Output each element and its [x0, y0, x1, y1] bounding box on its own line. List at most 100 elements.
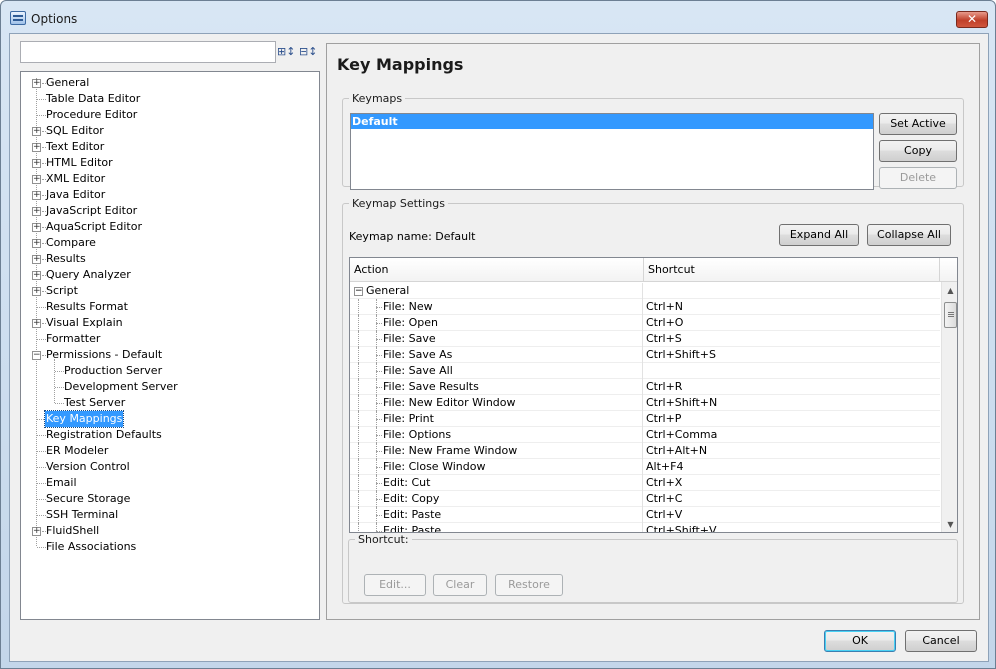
tree-item-label: Java Editor [46, 188, 106, 201]
title-bar[interactable]: Options ✕ [1, 1, 995, 35]
table-row[interactable]: File: Save As Ctrl+Shift+S [350, 347, 940, 363]
tree-item-compare[interactable]: + Compare [21, 235, 311, 251]
tree-item-sql-editor[interactable]: + SQL Editor [21, 123, 311, 139]
close-button[interactable]: ✕ [956, 11, 988, 28]
tree-item-results[interactable]: + Results [21, 251, 311, 267]
action-label: File: Close Window [383, 460, 486, 473]
expand-all-button[interactable]: Expand All [779, 224, 859, 246]
table-row[interactable]: File: Close Window Alt+F4 [350, 459, 940, 475]
table-row[interactable]: Edit: Paste Ctrl+Shift+V [350, 523, 940, 532]
ok-button[interactable]: OK [824, 630, 896, 652]
tree-item-table-data-editor[interactable]: Table Data Editor [21, 91, 311, 107]
expand-node-icon[interactable]: + [32, 159, 41, 168]
collapse-node-icon[interactable]: − [32, 351, 41, 360]
table-group-row[interactable]: − General [350, 283, 940, 299]
tree-item-java-editor[interactable]: + Java Editor [21, 187, 311, 203]
table-row[interactable]: File: Options Ctrl+Comma [350, 427, 940, 443]
table-guide-line [376, 427, 377, 443]
expand-node-icon[interactable]: + [32, 127, 41, 136]
expand-node-icon[interactable]: + [32, 175, 41, 184]
tree-item-secure-storage[interactable]: Secure Storage [21, 491, 311, 507]
table-guide-line [376, 443, 377, 459]
tree-item-fluidshell[interactable]: + FluidShell [21, 523, 311, 539]
options-tree[interactable]: + General Table Data Editor Procedure Edito… [20, 71, 320, 620]
expand-node-icon[interactable]: + [32, 191, 41, 200]
keymaps-list[interactable]: Default [350, 113, 874, 190]
tree-item-javascript-editor[interactable]: + JavaScript Editor [21, 203, 311, 219]
tree-item-query-analyzer[interactable]: + Query Analyzer [21, 267, 311, 283]
table-row[interactable]: File: New Frame Window Ctrl+Alt+N [350, 443, 940, 459]
key-mappings-table[interactable]: Action Shortcut − General File: New Ctrl+… [349, 257, 958, 533]
collapse-group-icon[interactable]: − [354, 287, 363, 296]
table-row[interactable]: File: Save All [350, 363, 940, 379]
tree-item-xml-editor[interactable]: + XML Editor [21, 171, 311, 187]
expand-node-icon[interactable]: + [32, 319, 41, 328]
expand-node-icon[interactable]: + [32, 287, 41, 296]
table-row[interactable]: File: Print Ctrl+P [350, 411, 940, 427]
tree-item-permissions-default[interactable]: − Permissions - Default [21, 347, 311, 363]
table-row[interactable]: File: New Editor Window Ctrl+Shift+N [350, 395, 940, 411]
tree-item-ssh-terminal[interactable]: SSH Terminal [21, 507, 311, 523]
scroll-down-icon[interactable]: ▼ [942, 516, 957, 532]
expand-node-icon[interactable]: + [32, 527, 41, 536]
scroll-up-icon[interactable]: ▲ [942, 282, 957, 299]
tree-item-formatter[interactable]: Formatter [21, 331, 311, 347]
keymap-item-default[interactable]: Default [351, 114, 873, 129]
expand-node-icon[interactable]: + [32, 143, 41, 152]
table-row[interactable]: File: Save Results Ctrl+R [350, 379, 940, 395]
expand-node-icon[interactable]: + [32, 239, 41, 248]
shortcut-cell: Ctrl+V [646, 508, 683, 521]
tree-item-procedure-editor[interactable]: Procedure Editor [21, 107, 311, 123]
column-header-action[interactable]: Action [350, 258, 644, 282]
tree-item-text-editor[interactable]: + Text Editor [21, 139, 311, 155]
tree-item-registration-defaults[interactable]: Registration Defaults [21, 427, 311, 443]
expand-node-icon[interactable]: + [32, 207, 41, 216]
column-header-shortcut[interactable]: Shortcut [644, 258, 940, 282]
tree-item-results-format[interactable]: Results Format [21, 299, 311, 315]
collapse-all-icon[interactable]: ⊟↕ [299, 44, 317, 60]
cancel-button[interactable]: Cancel [905, 630, 977, 652]
search-input[interactable] [20, 41, 276, 63]
tree-item-test-server[interactable]: Test Server [21, 395, 311, 411]
table-row[interactable]: File: Open Ctrl+O [350, 315, 940, 331]
table-row[interactable]: Edit: Paste Ctrl+V [350, 507, 940, 523]
tree-item-er-modeler[interactable]: ER Modeler [21, 443, 311, 459]
action-cell: Edit: Cut [350, 475, 643, 491]
tree-item-aquascript-editor[interactable]: + AquaScript Editor [21, 219, 311, 235]
action-label: Edit: Copy [383, 492, 440, 505]
tree-item-key-mappings[interactable]: Key Mappings [21, 410, 311, 428]
expand-node-icon[interactable]: + [32, 79, 41, 88]
clear-shortcut-button[interactable]: Clear [433, 574, 487, 596]
restore-shortcut-button[interactable]: Restore [495, 574, 563, 596]
tree-item-label: HTML Editor [46, 156, 113, 169]
tree-item-visual-explain[interactable]: + Visual Explain [21, 315, 311, 331]
set-active-button[interactable]: Set Active [879, 113, 957, 135]
table-row[interactable]: Edit: Copy Ctrl+C [350, 491, 940, 507]
tree-item-html-editor[interactable]: + HTML Editor [21, 155, 311, 171]
delete-button[interactable]: Delete [879, 167, 957, 189]
table-guide-line [358, 315, 359, 331]
table-row[interactable]: Edit: Cut Ctrl+X [350, 475, 940, 491]
expand-node-icon[interactable]: + [32, 223, 41, 232]
tree-item-file-associations[interactable]: File Associations [21, 539, 311, 555]
expand-node-icon[interactable]: + [32, 271, 41, 280]
copy-button[interactable]: Copy [879, 140, 957, 162]
table-guide-line [376, 315, 377, 331]
tree-item-label: Key Mappings [43, 410, 125, 428]
table-row[interactable]: File: New Ctrl+N [350, 299, 940, 315]
tree-item-development-server[interactable]: Development Server [21, 379, 311, 395]
collapse-all-button[interactable]: Collapse All [867, 224, 951, 246]
tree-item-label: Development Server [64, 380, 178, 393]
tree-item-email[interactable]: Email [21, 475, 311, 491]
table-row[interactable]: File: Save Ctrl+S [350, 331, 940, 347]
tree-item-general[interactable]: + General [21, 75, 311, 91]
tree-item-script[interactable]: + Script [21, 283, 311, 299]
edit-shortcut-button[interactable]: Edit... [364, 574, 426, 596]
action-cell: File: New Frame Window [350, 443, 643, 459]
expand-node-icon[interactable]: + [32, 255, 41, 264]
tree-item-production-server[interactable]: Production Server [21, 363, 311, 379]
tree-item-version-control[interactable]: Version Control [21, 459, 311, 475]
table-scrollbar[interactable]: ▲ ▼ [941, 282, 957, 532]
expand-all-icon[interactable]: ⊞↕ [277, 44, 295, 60]
scroll-thumb[interactable] [944, 302, 957, 328]
